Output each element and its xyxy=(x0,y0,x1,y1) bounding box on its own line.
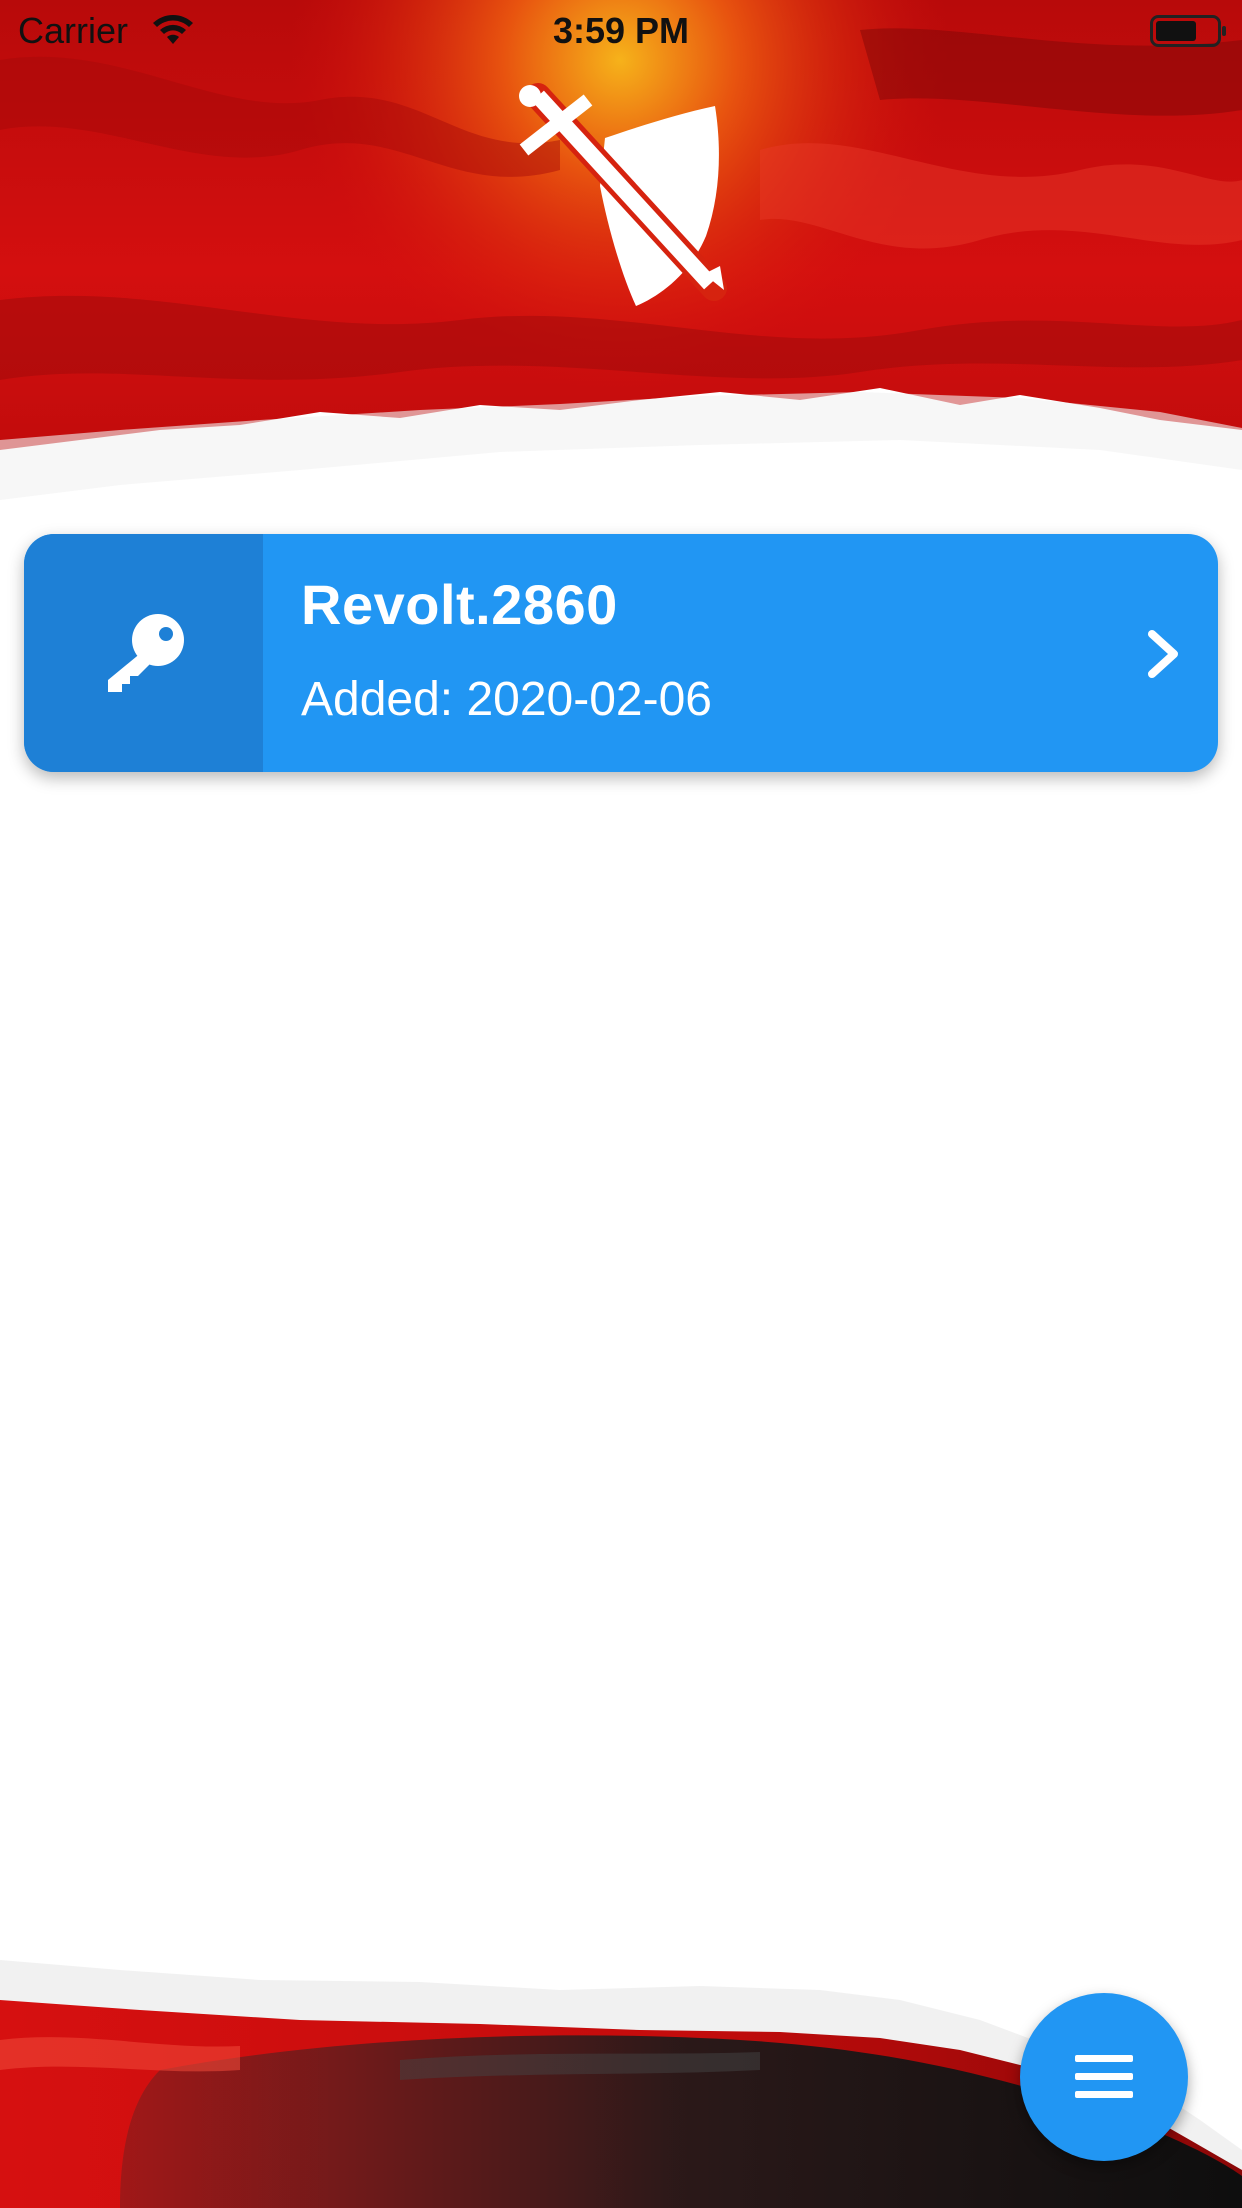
app-screen: Carrier 3:59 PM Revolt.2860 Added: 2020-… xyxy=(0,0,1242,2208)
battery-icon xyxy=(1150,14,1228,47)
account-name: Revolt.2860 xyxy=(301,573,618,636)
key-icon xyxy=(104,612,186,694)
account-added-date: Added: 2020-02-06 xyxy=(301,673,712,726)
status-time: 3:59 PM xyxy=(552,10,690,51)
card-icon-panel xyxy=(24,534,263,772)
menu-button[interactable] xyxy=(1020,1993,1188,2161)
account-card[interactable]: Revolt.2860 Added: 2020-02-06 xyxy=(24,534,1218,772)
shield-sword-icon xyxy=(510,78,732,308)
status-bar: Carrier 3:59 PM xyxy=(0,0,1242,62)
chevron-right-icon[interactable] xyxy=(1144,628,1184,680)
